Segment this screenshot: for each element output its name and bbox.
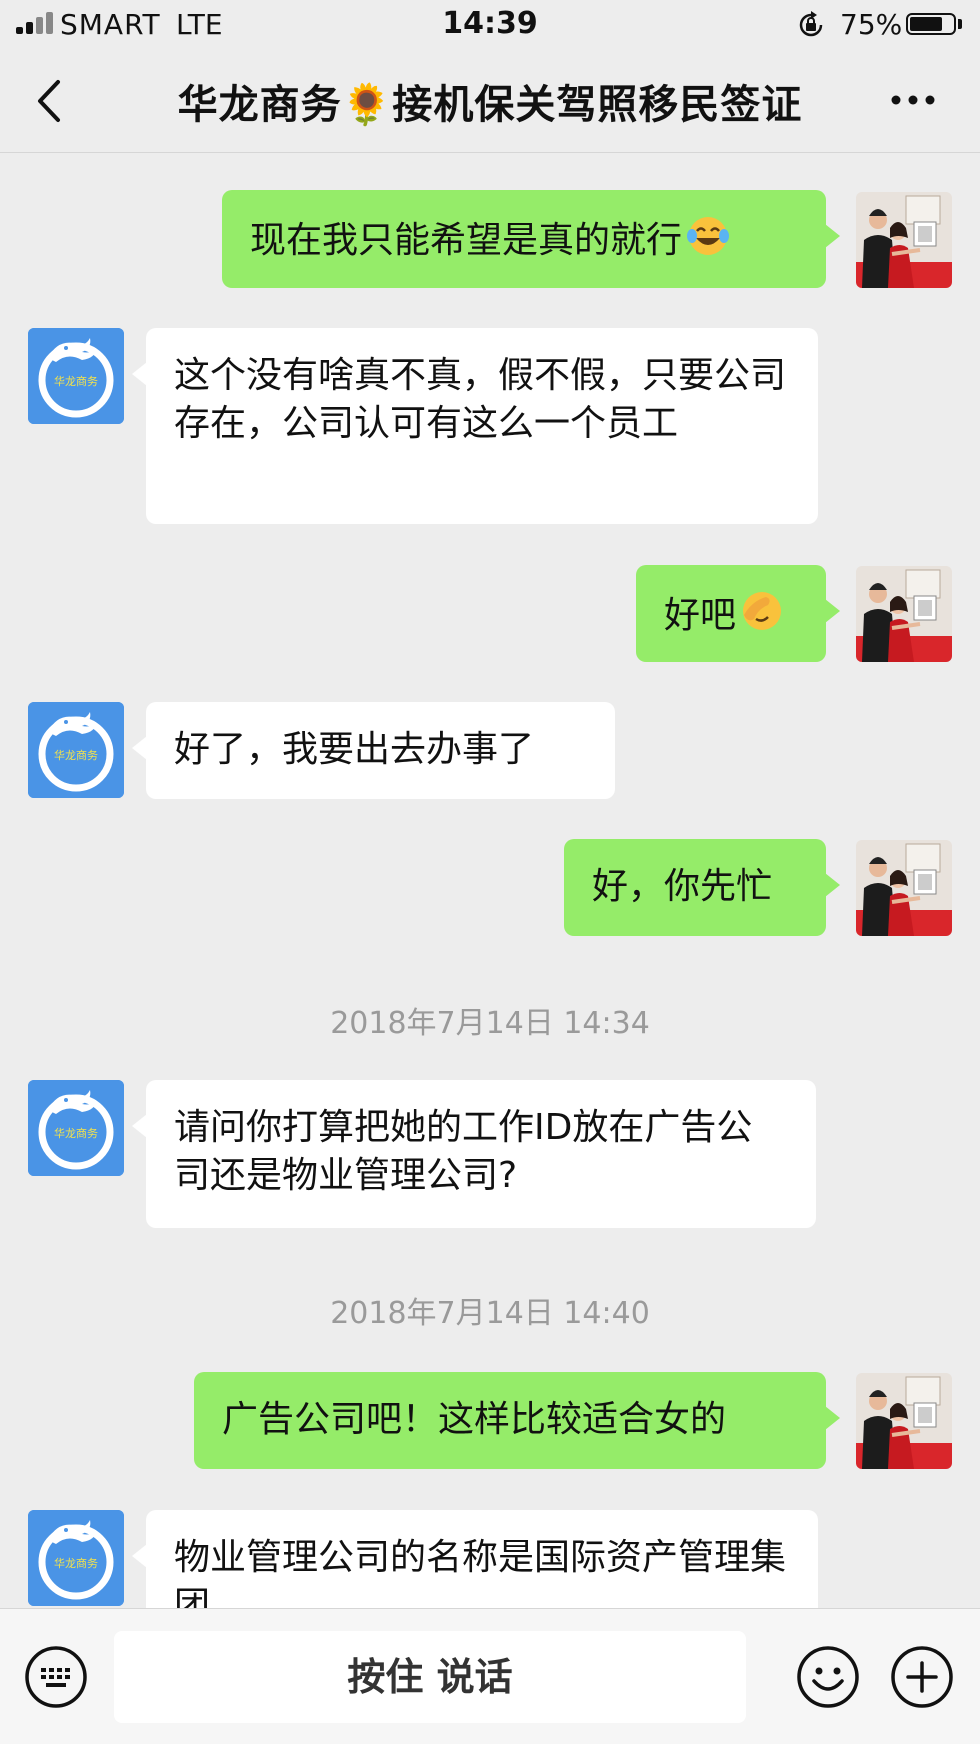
dragon-logo-icon: 华龙商务 [28,702,124,798]
message-text: 广告公司吧！这样比较适合女的 [222,1399,727,1440]
avatar-logo-text: 华龙商务 [54,1126,98,1140]
message-bubble-outgoing[interactable]: 好，你先忙 [564,839,840,936]
dragon-logo-icon: 华龙商务 [28,1510,124,1606]
message-bubble-incoming[interactable]: 这个没有啥真不真，假不假，只要公司存在，公司认可有这么一个员工 [132,328,818,524]
message-text: 好了，我要出去办事了 [174,729,535,770]
my-avatar[interactable] [856,1373,952,1469]
contact-avatar[interactable]: 华龙商务 [28,328,124,424]
plus-circle-icon[interactable] [890,1645,954,1709]
rotation-lock-icon [799,11,823,37]
contact-avatar[interactable]: 华龙商务 [28,702,124,798]
chat-timestamp: 2018年7月14日 14:34 [330,1006,650,1041]
avatar-logo-text: 华龙商务 [54,374,98,388]
tears-of-joy-emoji-icon [687,217,730,255]
message-bubble-incoming[interactable]: 好了，我要出去办事了 [132,702,615,799]
message-bubble-outgoing[interactable]: 好吧 [636,565,840,662]
message-text: 这个没有啥真不真，假不假，只要公司存在，公司认可有这么一个员工 [174,355,787,444]
facepalm-emoji-icon [743,592,782,630]
contact-avatar[interactable]: 华龙商务 [28,1510,124,1606]
chat-title: 华龙商务🌻接机保关驾照移民签证 [177,82,803,128]
message-text: 好，你先忙 [592,866,773,907]
keyboard-icon[interactable] [24,1645,88,1709]
dragon-logo-icon: 华龙商务 [28,328,124,424]
input-bar: 按住 说话 [0,1608,980,1744]
message-text: 好吧 [664,595,737,636]
status-bar: SMART LTE 14:39 75% [0,0,980,50]
couple-photo-icon [856,840,952,936]
more-dots-icon[interactable] [890,92,936,108]
chevron-left-icon[interactable] [30,76,70,126]
message-text: 请问你打算把她的工作ID放在广告公司还是物业管理公司? [174,1107,753,1196]
dragon-logo-icon: 华龙商务 [28,1080,124,1176]
message-bubble-outgoing[interactable]: 广告公司吧！这样比较适合女的 [194,1372,840,1469]
avatar-logo-text: 华龙商务 [54,748,98,762]
status-time: 14:39 [442,6,538,41]
couple-photo-icon [856,566,952,662]
couple-photo-icon [856,1373,952,1469]
couple-photo-icon [856,192,952,288]
avatar-logo-text: 华龙商务 [54,1556,98,1570]
chat-timestamp: 2018年7月14日 14:40 [330,1296,650,1331]
my-avatar[interactable] [856,566,952,662]
my-avatar[interactable] [856,192,952,288]
message-bubble-outgoing[interactable]: 现在我只能希望是真的就行 [222,190,840,288]
battery-icon [906,13,956,35]
battery-percent: 75% [840,8,903,41]
contact-avatar[interactable]: 华龙商务 [28,1080,124,1176]
smiley-icon[interactable] [796,1645,860,1709]
hold-to-talk-button[interactable]: 按住 说话 [114,1631,746,1723]
nav-bar: 华龙商务🌻接机保关驾照移民签证 [0,50,980,153]
message-bubble-incoming[interactable]: 请问你打算把她的工作ID放在广告公司还是物业管理公司? [132,1080,816,1228]
message-text: 现在我只能希望是真的就行 [250,220,683,261]
my-avatar[interactable] [856,840,952,936]
